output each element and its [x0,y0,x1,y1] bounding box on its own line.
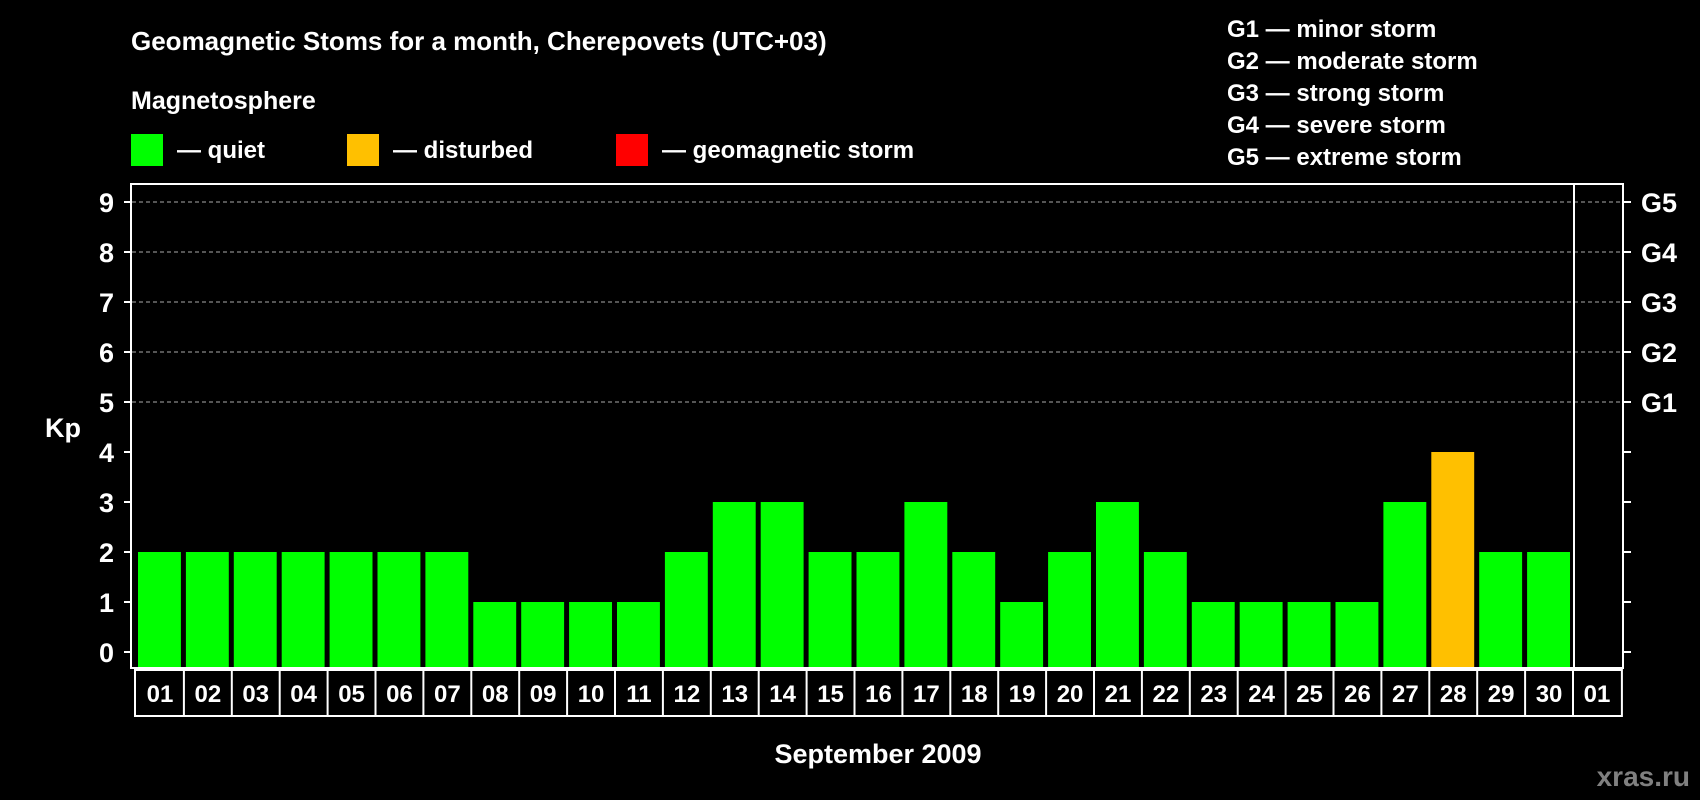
legend-label: — disturbed [393,137,533,164]
x-tick-label: 17 [913,681,940,708]
x-tick-label: 06 [386,681,413,708]
bar-day-28 [1431,452,1475,668]
bar-day-09 [521,602,565,668]
x-tick-label: 20 [1057,681,1084,708]
bar-day-21 [1096,502,1139,668]
x-tick-label: 13 [721,681,748,708]
bar-day-02 [185,552,229,668]
x-tick-label: 01 [1584,681,1611,708]
x-tick-label: 03 [242,681,269,708]
bar-day-30 [1527,552,1570,668]
x-tick-label: 28 [1440,681,1467,708]
bar-day-10 [569,602,612,668]
y-tick-label: 7 [99,288,114,318]
legend-swatch-0 [131,134,163,166]
watermark: xras.ru [1597,761,1690,792]
g-level-label: G3 [1641,288,1677,318]
bar-day-27 [1383,502,1427,668]
x-axis-label: September 2009 [774,739,981,769]
bar-day-11 [617,602,660,668]
g-level-label: G5 [1641,188,1677,218]
bar-day-07 [425,552,469,668]
legend-label: — geomagnetic storm [662,137,914,164]
legend-label: — quiet [177,137,265,164]
x-tick-label: 23 [1200,681,1227,708]
x-tick-label: 25 [1296,681,1323,708]
x-tick-label: 21 [1105,681,1132,708]
y-tick-label: 5 [99,388,114,418]
g-level-label: G2 [1641,338,1677,368]
bar-day-17 [904,502,948,668]
x-tick-label: 26 [1344,681,1371,708]
y-tick-label: 0 [99,638,114,668]
storm-scale-legend: G1 — minor storm G2 — moderate storm G3 — … [1227,16,1478,171]
x-tick-label: 16 [865,681,892,708]
x-tick-label: 30 [1536,681,1563,708]
storm-scale-item: G5 — extreme storm [1227,144,1462,171]
x-tick-label: 27 [1392,681,1419,708]
bar-day-25 [1287,602,1331,668]
x-tick-label: 29 [1488,681,1515,708]
x-tick-label: 18 [961,681,988,708]
x-tick-label: 19 [1009,681,1036,708]
x-tick-label: 04 [290,681,317,708]
x-tick-label: 22 [1152,681,1179,708]
bar-day-13 [712,502,756,668]
bar-day-14 [760,502,804,668]
bar-day-03 [233,552,277,668]
x-tick-label: 08 [482,681,509,708]
legend-swatch-1 [347,134,379,166]
legend-title: Magnetosphere [131,87,316,115]
bar-day-01 [138,552,181,668]
bar-day-06 [377,552,421,668]
y-axis-label: Kp [45,413,81,443]
x-tick-label: 10 [578,681,605,708]
x-tick-label: 11 [626,681,651,708]
y-tick-label: 8 [99,238,114,268]
x-tick-label: 09 [530,681,557,708]
storm-scale-item: G3 — strong storm [1227,80,1444,107]
bar-day-04 [281,552,325,668]
bar-day-18 [952,552,996,668]
bar-day-19 [1000,602,1044,668]
g-level-label: G1 [1641,388,1677,418]
storm-scale-item: G1 — minor storm [1227,16,1436,43]
bar-day-20 [1048,552,1091,668]
y-tick-label: 3 [99,488,114,518]
x-tick-label: 02 [194,681,221,708]
bar-day-16 [856,552,900,668]
storm-scale-item: G2 — moderate storm [1227,48,1478,75]
x-tick-label: 14 [769,681,796,708]
bar-day-05 [329,552,373,668]
x-tick-label: 24 [1248,681,1275,708]
y-tick-label: 9 [99,188,114,218]
bar-day-08 [473,602,517,668]
kp-bar-chart: Geomagnetic Stoms for a month, Cherepove… [45,16,1690,792]
g-level-label: G4 [1641,238,1677,268]
legend: — quiet — disturbed — geomagnetic storm [131,134,914,166]
storm-scale-item: G4 — severe storm [1227,112,1446,139]
grid-lines [132,201,1622,403]
x-tick-label: 07 [434,681,461,708]
y-tick-label: 1 [99,588,114,618]
bar-day-23 [1191,602,1235,668]
bar-day-22 [1143,552,1187,668]
x-tick-label: 15 [817,681,844,708]
x-tick-label: 12 [673,681,700,708]
bars [138,452,1570,668]
bar-day-29 [1479,552,1523,668]
x-tick-label: 01 [147,681,174,708]
chart-title: Geomagnetic Stoms for a month, Cherepove… [131,26,827,56]
x-tick-label: 05 [338,681,365,708]
bar-day-15 [808,552,852,668]
y-tick-label: 4 [99,438,114,468]
y-tick-label: 6 [99,338,114,368]
bar-day-24 [1239,602,1283,668]
y-tick-label: 2 [99,538,114,568]
legend-swatch-2 [616,134,648,166]
bar-day-26 [1335,602,1379,668]
bar-day-12 [664,552,708,668]
